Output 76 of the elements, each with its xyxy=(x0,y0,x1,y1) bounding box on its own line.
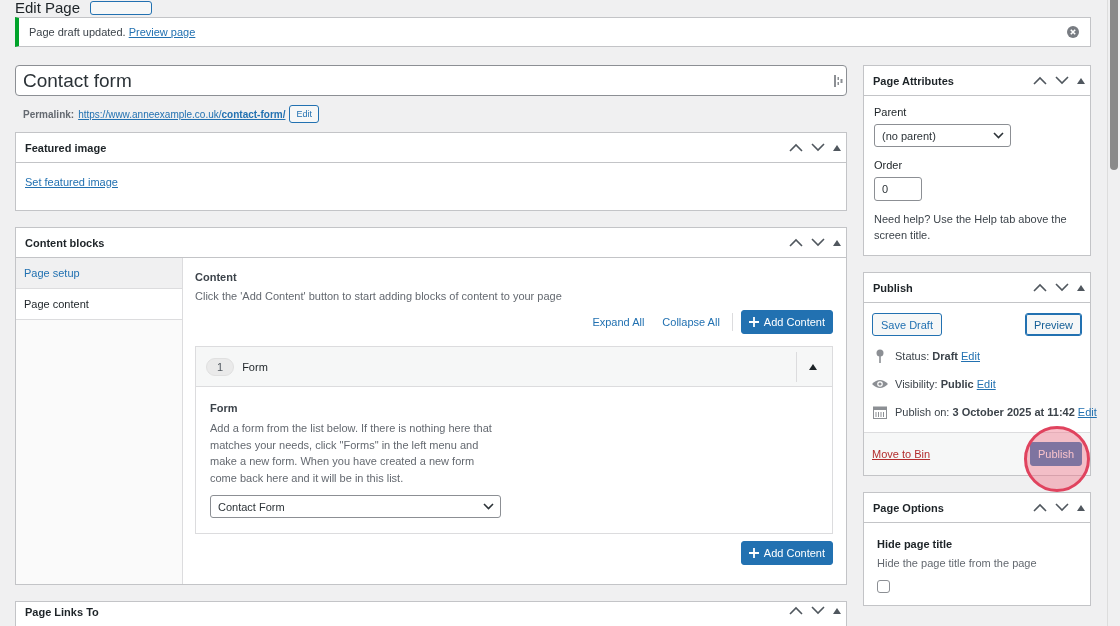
publish-meta-text: Publish on: 3 October 2025 at 11:42 Edit xyxy=(895,406,1097,418)
section-label: Content xyxy=(195,271,238,283)
move-to-bin-link[interactable]: Move to Bin xyxy=(872,448,931,460)
panel-title: Page Attributes xyxy=(873,74,954,87)
move-up-icon[interactable] xyxy=(789,238,803,247)
move-down-icon[interactable] xyxy=(811,606,825,615)
field-label: Parent xyxy=(874,106,908,118)
publish-meta-text: Visibility: Public Edit xyxy=(895,378,996,390)
eye-icon xyxy=(872,379,888,389)
option-label: Hide page title xyxy=(877,538,954,550)
order-input[interactable]: 0 xyxy=(874,177,922,201)
panel-title: Page Options xyxy=(873,501,944,514)
collapse-all-link[interactable]: Collapse All xyxy=(662,316,720,328)
toggle-triangle-icon[interactable] xyxy=(809,363,817,370)
move-up-icon[interactable] xyxy=(789,143,803,152)
permalink-text: Permalink: xyxy=(23,108,75,120)
panel-title: Featured image xyxy=(25,141,107,154)
field-label: Order xyxy=(874,159,904,171)
password-manager-icon xyxy=(834,74,843,87)
add-new-button[interactable] xyxy=(90,1,153,15)
dismiss-icon[interactable] xyxy=(1067,26,1079,38)
page-heading: Edit Page xyxy=(15,0,81,16)
tab[interactable]: Page setup xyxy=(16,258,182,289)
plus-icon xyxy=(748,317,759,327)
hide-title-checkbox[interactable] xyxy=(877,580,890,593)
plus-icon xyxy=(748,548,759,558)
move-up-icon[interactable] xyxy=(1033,76,1047,85)
move-down-icon[interactable] xyxy=(1055,283,1069,292)
move-up-icon[interactable] xyxy=(789,606,803,615)
field-label: Form xyxy=(210,402,239,414)
publish-button[interactable]: Publish xyxy=(1029,442,1082,466)
save-draft-button[interactable]: Save Draft xyxy=(872,313,942,336)
option-help-text: Hide the page title from the page xyxy=(877,557,1038,569)
move-down-icon[interactable] xyxy=(811,143,825,152)
edit-link[interactable]: Edit xyxy=(1077,406,1097,418)
add-content-button[interactable]: Add Content xyxy=(740,541,833,565)
calendar-icon xyxy=(872,405,888,419)
collapse-toggle-icon[interactable] xyxy=(833,239,841,246)
block-title: Form xyxy=(242,360,269,373)
form-select[interactable]: Contact Form xyxy=(210,495,501,518)
help-text: Need help? Use the Help tab above the screen title. xyxy=(874,212,1068,243)
title-input[interactable]: Contact form xyxy=(23,69,834,92)
move-up-icon[interactable] xyxy=(1033,283,1047,292)
title-field[interactable]: Contact form xyxy=(15,65,847,96)
permalink-link[interactable]: https://www.anneexample.co.uk/contact-form/ xyxy=(78,108,286,120)
move-down-icon[interactable] xyxy=(811,238,825,247)
preview-page-link[interactable]: Preview page xyxy=(128,26,196,38)
block-number-badge: 1 xyxy=(206,357,235,376)
move-down-icon[interactable] xyxy=(1055,503,1069,512)
expand-all-link[interactable]: Expand All xyxy=(592,316,645,328)
panel-title: Content blocks xyxy=(25,236,105,249)
collapse-toggle-icon[interactable] xyxy=(1077,284,1085,291)
edit-link[interactable]: Edit xyxy=(961,350,980,362)
collapse-toggle-icon[interactable] xyxy=(1077,504,1085,511)
panel-title: Page Links To xyxy=(25,606,99,618)
move-up-icon[interactable] xyxy=(1033,503,1047,512)
panel-title: Publish xyxy=(873,281,913,294)
set-featured-image-link[interactable]: Set featured image xyxy=(25,176,118,188)
parent-select[interactable]: (no parent) xyxy=(874,124,1011,147)
scrollbar[interactable] xyxy=(1107,0,1120,626)
notice-message: Page draft updated. Preview page xyxy=(29,26,196,38)
edit-link[interactable]: Edit xyxy=(976,378,996,390)
tab[interactable]: Page content xyxy=(16,289,182,320)
collapse-toggle-icon[interactable] xyxy=(1077,77,1085,84)
preview-button[interactable]: Preview xyxy=(1024,313,1082,336)
add-content-button[interactable]: Add Content xyxy=(740,310,833,334)
edit-permalink-button[interactable]: Edit xyxy=(289,105,319,123)
collapse-toggle-icon[interactable] xyxy=(833,607,841,614)
chevron-down-icon xyxy=(993,132,1004,139)
collapse-toggle-icon[interactable] xyxy=(833,144,841,151)
field-help-text: Add a form from the list below. If there is nothing here that matches your needs, click "Forms" in the left menu and make a new form. When you have created a new form come back here and it will be in this list. xyxy=(210,421,493,486)
chevron-down-icon xyxy=(483,503,494,510)
publish-meta-text: Status: Draft Edit xyxy=(895,350,980,362)
move-down-icon[interactable] xyxy=(1055,76,1069,85)
scrollbar-thumb[interactable] xyxy=(1110,0,1118,170)
section-description: Click the 'Add Content' button to start adding blocks of content to your page xyxy=(195,290,563,302)
